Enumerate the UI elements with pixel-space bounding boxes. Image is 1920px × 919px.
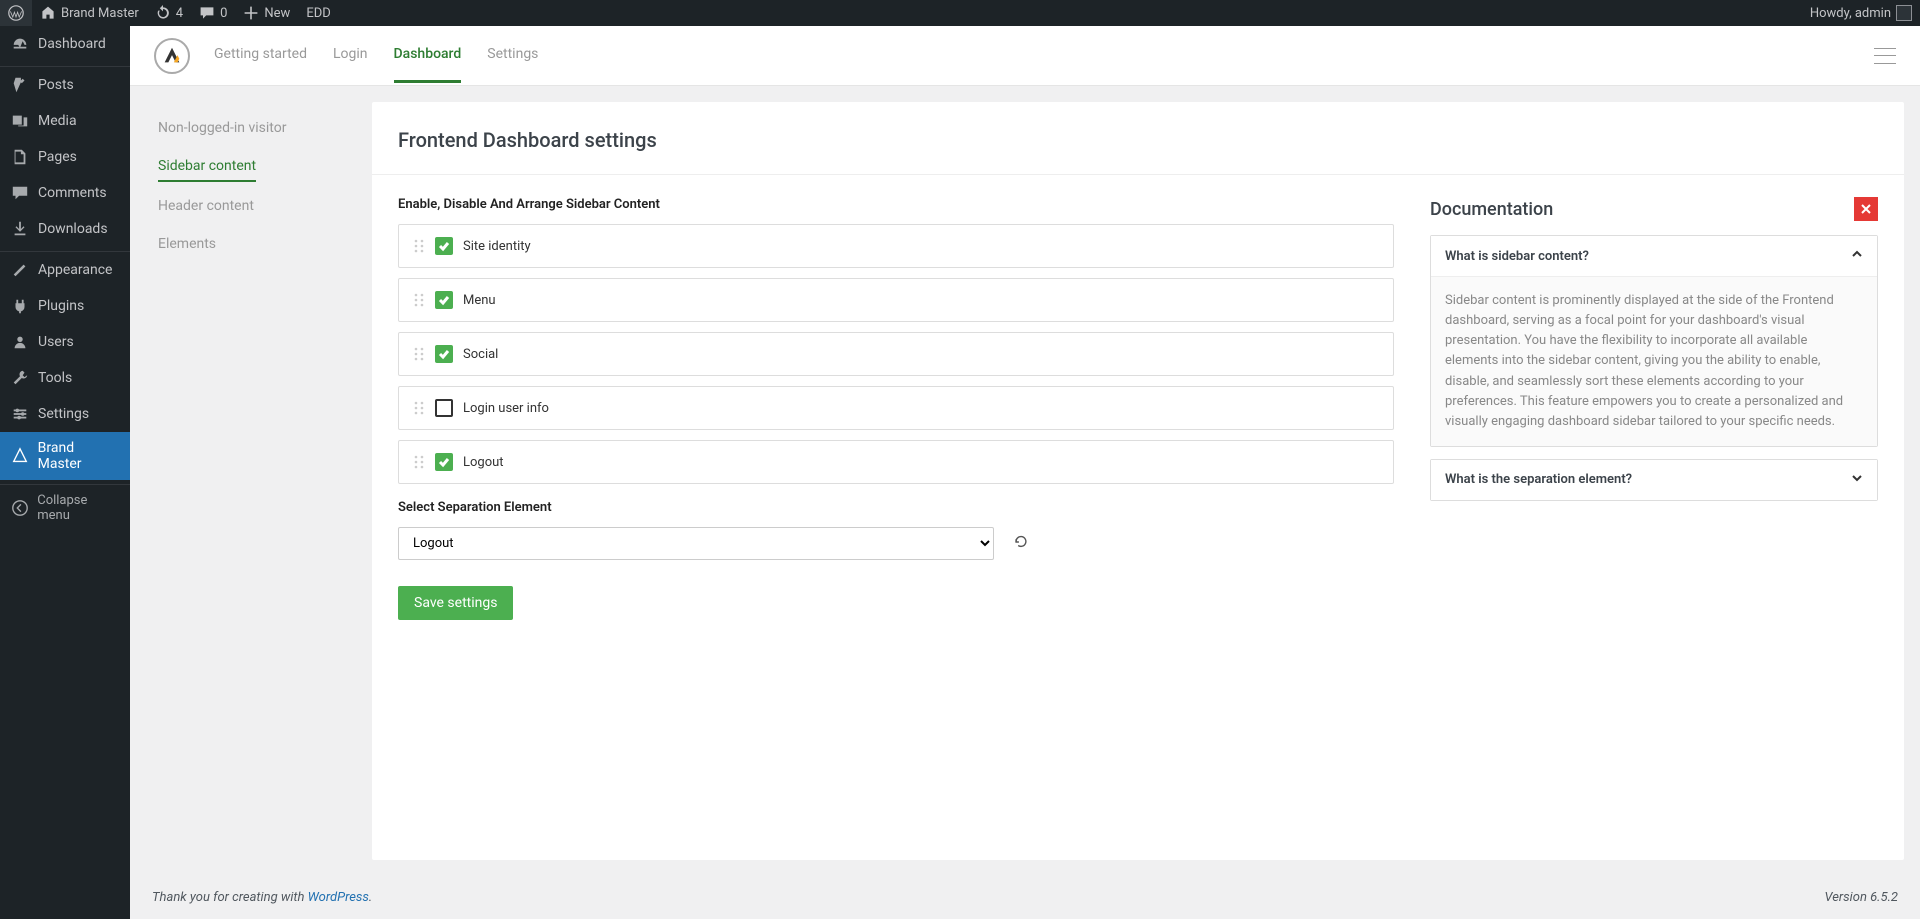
wp-footer: Thank you for creating with WordPress. V…: [130, 876, 1920, 919]
tab-dashboard[interactable]: Dashboard: [394, 28, 462, 83]
menu-brand-master[interactable]: Brand Master: [0, 432, 130, 480]
accordion-item: What is sidebar content? Sidebar content…: [1430, 235, 1878, 447]
section-label-separation: Select Separation Element: [398, 500, 1394, 515]
menu-pages[interactable]: Pages: [0, 139, 130, 175]
menu-dashboard[interactable]: Dashboard: [0, 26, 130, 62]
comments-count: 0: [220, 6, 227, 21]
drag-handle-icon[interactable]: [413, 401, 425, 415]
site-name-label: Brand Master: [61, 6, 139, 21]
menu-settings[interactable]: Settings: [0, 396, 130, 432]
menu-downloads[interactable]: Downloads: [0, 211, 130, 247]
item-label: Logout: [463, 455, 504, 470]
new-link[interactable]: New: [235, 0, 298, 26]
checkbox[interactable]: [435, 345, 453, 363]
accordion-header[interactable]: What is the separation element?: [1431, 460, 1877, 500]
checkbox[interactable]: [435, 237, 453, 255]
wp-logo[interactable]: [0, 0, 32, 26]
page-title: Frontend Dashboard settings: [372, 128, 1904, 175]
subtab-elements[interactable]: Elements: [158, 226, 372, 264]
sortable-item[interactable]: Site identity: [398, 224, 1394, 268]
menu-plugins[interactable]: Plugins: [0, 288, 130, 324]
hamburger-icon[interactable]: [1874, 48, 1896, 64]
new-label: New: [264, 6, 290, 21]
plugin-header: Getting started Login Dashboard Settings: [130, 26, 1920, 86]
sortable-item[interactable]: Social: [398, 332, 1394, 376]
subtab-sidebar-content[interactable]: Sidebar content: [158, 148, 256, 182]
sortable-item[interactable]: Menu: [398, 278, 1394, 322]
main-panel: Frontend Dashboard settings Enable, Disa…: [372, 102, 1904, 860]
howdy-label: Howdy, admin: [1810, 6, 1891, 21]
tab-login[interactable]: Login: [333, 28, 368, 83]
accordion-body: Sidebar content is prominently displayed…: [1431, 276, 1877, 446]
menu-media[interactable]: Media: [0, 103, 130, 139]
plugin-logo: [154, 38, 190, 74]
doc-title: Documentation: [1430, 199, 1553, 220]
collapse-menu[interactable]: Collapse menu: [0, 485, 130, 531]
sub-sidebar: Non-logged-in visitor Sidebar content He…: [130, 86, 372, 876]
save-button[interactable]: Save settings: [398, 586, 513, 620]
menu-users[interactable]: Users: [0, 324, 130, 360]
accordion-header[interactable]: What is sidebar content?: [1431, 236, 1877, 276]
reset-icon[interactable]: [1014, 535, 1028, 553]
item-label: Menu: [463, 293, 496, 308]
comments-link[interactable]: 0: [191, 0, 235, 26]
subtab-header-content[interactable]: Header content: [158, 188, 372, 226]
wp-admin-menu: Dashboard Posts Media Pages Comments Dow…: [0, 26, 130, 919]
doc-close-icon[interactable]: [1854, 197, 1878, 221]
section-label-arrange: Enable, Disable And Arrange Sidebar Cont…: [398, 197, 1394, 212]
sortable-item[interactable]: Login user info: [398, 386, 1394, 430]
subtab-non-logged[interactable]: Non-logged-in visitor: [158, 110, 372, 148]
chevron-down-icon: [1851, 472, 1863, 488]
drag-handle-icon[interactable]: [413, 347, 425, 361]
wordpress-link[interactable]: WordPress: [308, 890, 369, 905]
updates-count: 4: [176, 6, 183, 21]
checkbox[interactable]: [435, 453, 453, 471]
tab-getting-started[interactable]: Getting started: [214, 28, 307, 83]
accordion-item: What is the separation element?: [1430, 459, 1878, 501]
item-label: Login user info: [463, 401, 549, 416]
site-name-link[interactable]: Brand Master: [32, 0, 147, 26]
tab-settings[interactable]: Settings: [487, 28, 538, 83]
checkbox[interactable]: [435, 291, 453, 309]
separation-select[interactable]: Logout: [398, 527, 994, 560]
menu-appearance[interactable]: Appearance: [0, 252, 130, 288]
menu-tools[interactable]: Tools: [0, 360, 130, 396]
menu-posts[interactable]: Posts: [0, 67, 130, 103]
sortable-item[interactable]: Logout: [398, 440, 1394, 484]
howdy-link[interactable]: Howdy, admin: [1802, 0, 1920, 26]
avatar: [1896, 5, 1912, 21]
version-label: Version 6.5.2: [1824, 890, 1898, 905]
menu-comments[interactable]: Comments: [0, 175, 130, 211]
item-label: Site identity: [463, 239, 531, 254]
item-label: Social: [463, 347, 498, 362]
edd-link[interactable]: EDD: [298, 0, 338, 26]
checkbox[interactable]: [435, 399, 453, 417]
drag-handle-icon[interactable]: [413, 455, 425, 469]
chevron-up-icon: [1851, 248, 1863, 264]
drag-handle-icon[interactable]: [413, 239, 425, 253]
wp-admin-bar: Brand Master 4 0 New EDD Howdy, admin: [0, 0, 1920, 26]
updates-link[interactable]: 4: [147, 0, 191, 26]
drag-handle-icon[interactable]: [413, 293, 425, 307]
